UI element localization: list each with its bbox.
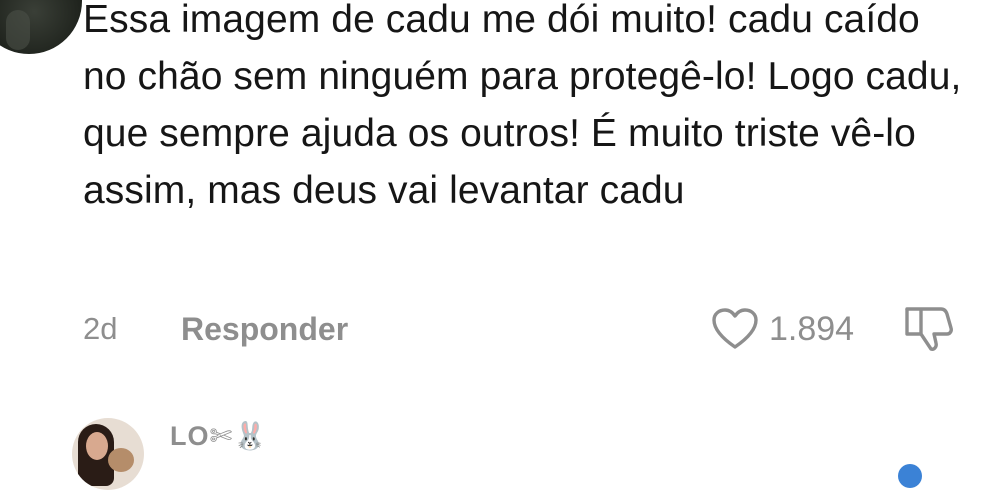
avatar-pet <box>108 448 134 472</box>
avatar-face <box>86 432 108 460</box>
reply-button[interactable]: Responder <box>181 311 348 348</box>
comment-text: Essa imagem de cadu me dói muito! cadu c… <box>83 0 962 212</box>
thumbs-down-icon[interactable] <box>901 303 955 353</box>
comment-timestamp: 2d <box>83 311 118 346</box>
commenter-avatar[interactable] <box>0 0 82 54</box>
comment-actions: 2d Responder 1.894 <box>83 307 963 351</box>
like-count: 1.894 <box>769 309 855 348</box>
heart-icon[interactable] <box>711 307 759 351</box>
like-group: 1.894 <box>711 307 854 351</box>
next-commenter-avatar[interactable] <box>72 418 144 490</box>
next-commenter-username[interactable]: LO✄🐰 <box>170 420 268 452</box>
unread-indicator <box>898 464 922 488</box>
